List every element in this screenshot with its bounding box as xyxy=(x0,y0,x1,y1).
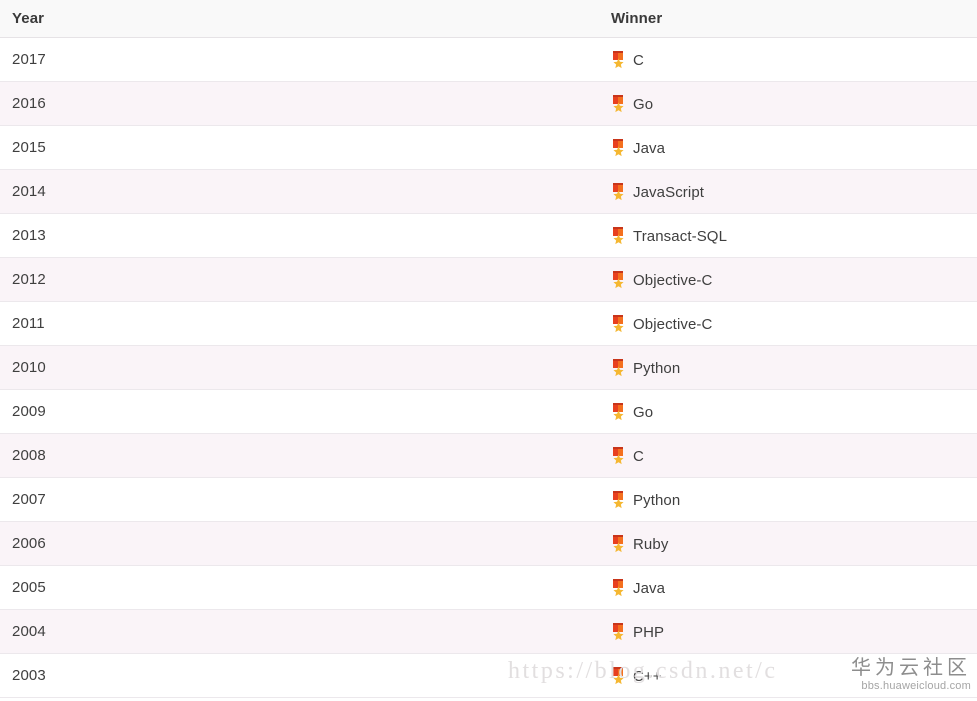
winner-label: Java xyxy=(633,579,666,597)
winner-label: JavaScript xyxy=(633,183,705,201)
cell-winner: Python xyxy=(599,345,977,390)
winner-label: Objective-C xyxy=(633,315,713,333)
cell-year: 2017 xyxy=(0,37,599,82)
military-medal-icon xyxy=(611,314,626,332)
table-row[interactable]: 2008 C xyxy=(0,433,977,478)
cell-winner: Objective-C xyxy=(599,257,977,302)
military-medal-icon xyxy=(611,534,626,552)
cell-winner: Python xyxy=(599,477,977,522)
cell-year: 2008 xyxy=(0,433,599,478)
winner-label: Objective-C xyxy=(633,271,713,289)
table-row[interactable]: 2009 Go xyxy=(0,389,977,434)
military-medal-icon xyxy=(611,182,626,200)
military-medal-icon xyxy=(611,666,626,684)
military-medal-icon xyxy=(611,446,626,464)
table-row[interactable]: 2012 Objective-C xyxy=(0,257,977,302)
cell-year: 2011 xyxy=(0,301,599,346)
cell-winner: C xyxy=(599,37,977,82)
cell-winner: C++ xyxy=(599,653,977,698)
winners-table-container: Year Winner 2017 C 2016 Go 2015 Java 2014 JavaS… xyxy=(0,0,977,698)
cell-winner: Objective-C xyxy=(599,301,977,346)
table-body: 2017 C 2016 Go 2015 Java 2014 JavaScript 2013 Tra… xyxy=(0,37,977,698)
winner-label: Go xyxy=(633,95,654,113)
military-medal-icon xyxy=(611,94,626,112)
winner-label: Python xyxy=(633,359,681,377)
cell-winner: Transact-SQL xyxy=(599,213,977,258)
military-medal-icon xyxy=(611,50,626,68)
military-medal-icon xyxy=(611,138,626,156)
cell-year: 2005 xyxy=(0,565,599,610)
cell-year: 2009 xyxy=(0,389,599,434)
table-header: Year Winner xyxy=(0,0,977,38)
table-row[interactable]: 2007 Python xyxy=(0,477,977,522)
military-medal-icon xyxy=(611,490,626,508)
cell-year: 2012 xyxy=(0,257,599,302)
cell-year: 2016 xyxy=(0,81,599,126)
cell-year: 2013 xyxy=(0,213,599,258)
military-medal-icon xyxy=(611,358,626,376)
cell-winner: Java xyxy=(599,125,977,170)
cell-year: 2007 xyxy=(0,477,599,522)
table-row[interactable]: 2005 Java xyxy=(0,565,977,610)
table-row[interactable]: 2003 C++ xyxy=(0,653,977,698)
military-medal-icon xyxy=(611,622,626,640)
column-header-winner[interactable]: Winner xyxy=(599,0,977,38)
table-row[interactable]: 2013 Transact-SQL xyxy=(0,213,977,258)
military-medal-icon xyxy=(611,578,626,596)
cell-winner: Go xyxy=(599,389,977,434)
cell-year: 2006 xyxy=(0,521,599,566)
cell-year: 2015 xyxy=(0,125,599,170)
table-row[interactable]: 2016 Go xyxy=(0,81,977,126)
winner-label: Python xyxy=(633,491,681,509)
winner-label: C xyxy=(633,51,644,69)
cell-winner: Ruby xyxy=(599,521,977,566)
cell-year: 2010 xyxy=(0,345,599,390)
military-medal-icon xyxy=(611,402,626,420)
table-row[interactable]: 2014 JavaScript xyxy=(0,169,977,214)
winner-label: Transact-SQL xyxy=(633,227,728,245)
winners-table: Year Winner 2017 C 2016 Go 2015 Java 2014 JavaS… xyxy=(0,0,977,698)
cell-winner: Go xyxy=(599,81,977,126)
cell-year: 2004 xyxy=(0,609,599,654)
winner-label: C++ xyxy=(633,667,662,685)
military-medal-icon xyxy=(611,226,626,244)
winner-label: C xyxy=(633,447,644,465)
cell-winner: PHP xyxy=(599,609,977,654)
table-row[interactable]: 2017 C xyxy=(0,37,977,82)
table-row[interactable]: 2015 Java xyxy=(0,125,977,170)
winner-label: Go xyxy=(633,403,654,421)
cell-year: 2003 xyxy=(0,653,599,698)
table-row[interactable]: 2010 Python xyxy=(0,345,977,390)
cell-winner: C xyxy=(599,433,977,478)
table-row[interactable]: 2011 Objective-C xyxy=(0,301,977,346)
winner-label: Java xyxy=(633,139,666,157)
table-header-row: Year Winner xyxy=(0,0,977,38)
table-row[interactable]: 2006 Ruby xyxy=(0,521,977,566)
cell-winner: JavaScript xyxy=(599,169,977,214)
table-row[interactable]: 2004 PHP xyxy=(0,609,977,654)
cell-year: 2014 xyxy=(0,169,599,214)
winner-label: Ruby xyxy=(633,535,669,553)
winner-label: PHP xyxy=(633,623,665,641)
military-medal-icon xyxy=(611,270,626,288)
cell-winner: Java xyxy=(599,565,977,610)
column-header-year[interactable]: Year xyxy=(0,0,599,38)
